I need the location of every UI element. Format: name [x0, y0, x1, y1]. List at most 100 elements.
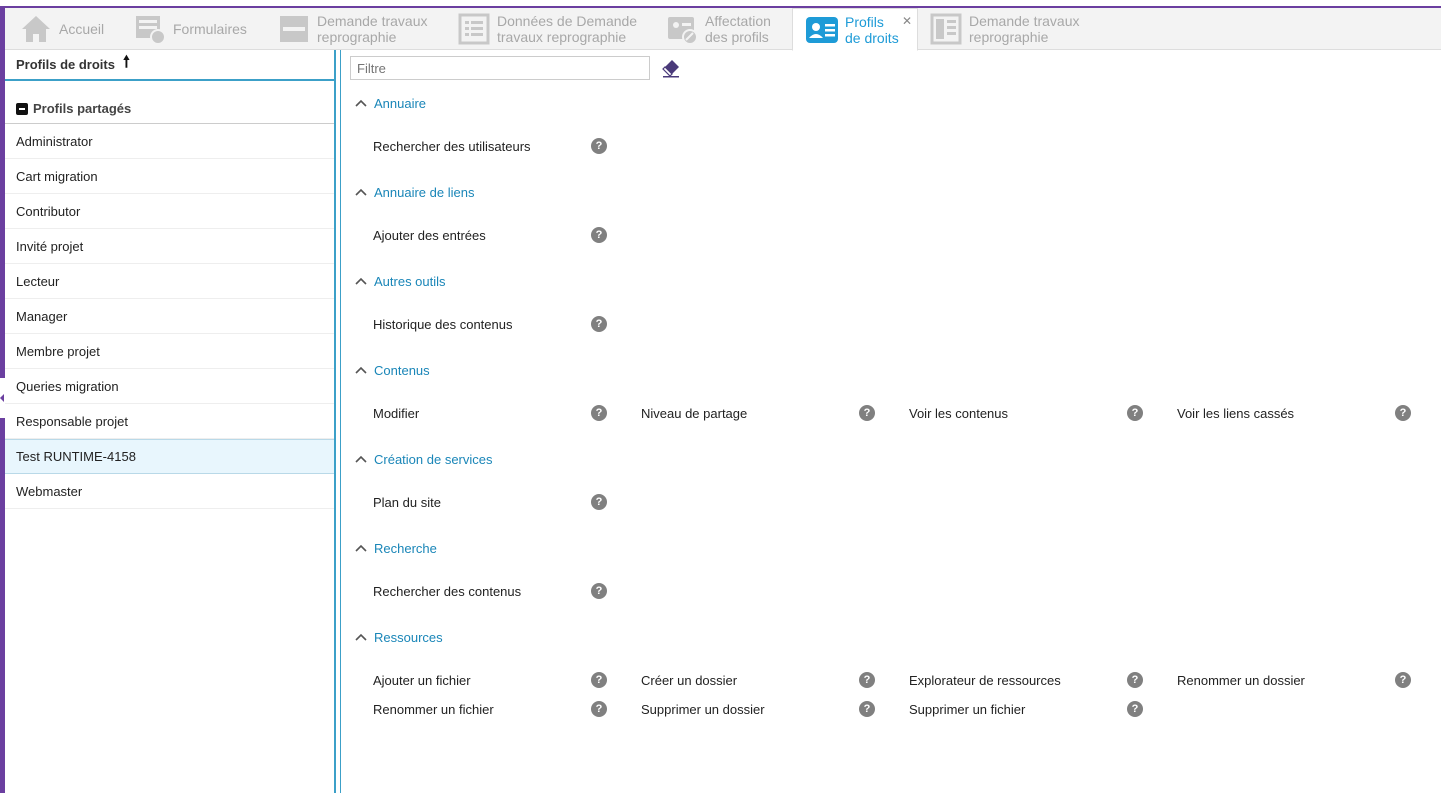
section-title: Ressources: [374, 629, 443, 645]
tab-demande-travaux[interactable]: Demande travaux reprographie: [277, 8, 447, 50]
help-icon[interactable]: ?: [591, 405, 607, 421]
forms-icon: [133, 12, 167, 46]
tab-formulaires[interactable]: Formulaires: [133, 8, 263, 50]
right-item[interactable]: Rechercher des contenus?: [373, 582, 613, 600]
help-icon[interactable]: ?: [591, 494, 607, 510]
help-icon[interactable]: ?: [591, 138, 607, 154]
right-item[interactable]: Ajouter un fichier?: [373, 671, 613, 689]
section-header[interactable]: Ressources: [354, 627, 443, 647]
right-item[interactable]: Renommer un dossier?: [1177, 671, 1417, 689]
sort-up-arrow-icon[interactable]: 🠕: [123, 51, 130, 78]
profile-item[interactable]: Queries migration: [5, 369, 334, 404]
section-title: Création de services: [374, 451, 493, 467]
section-title: Recherche: [374, 540, 437, 556]
section-header[interactable]: Autres outils: [354, 271, 446, 291]
right-item[interactable]: Historique des contenus?: [373, 315, 613, 333]
document-icon: [929, 12, 963, 46]
right-item[interactable]: Renommer un fichier?: [373, 700, 613, 718]
right-item[interactable]: Ajouter des entrées?: [373, 226, 613, 244]
right-item[interactable]: Voir les contenus?: [909, 404, 1149, 422]
chevron-up-icon[interactable]: [354, 185, 368, 199]
profile-item[interactable]: Contributor: [5, 194, 334, 229]
help-icon[interactable]: ?: [1127, 405, 1143, 421]
right-item[interactable]: Plan du site?: [373, 493, 613, 511]
chevron-up-icon[interactable]: [354, 452, 368, 466]
section-header[interactable]: Création de services: [354, 449, 493, 469]
help-icon[interactable]: ?: [591, 583, 607, 599]
profile-item[interactable]: Membre projet: [5, 334, 334, 369]
tab-donnees-demande[interactable]: Données de Demande travaux reprographie: [457, 8, 653, 50]
profile-card-icon: [805, 13, 839, 47]
section-header[interactable]: Recherche: [354, 538, 437, 558]
help-icon[interactable]: ?: [859, 672, 875, 688]
help-icon[interactable]: ?: [859, 405, 875, 421]
right-item[interactable]: Niveau de partage?: [641, 404, 881, 422]
tab-affectation-profils[interactable]: Affectation des profils: [665, 8, 785, 50]
filter-input[interactable]: [350, 56, 650, 80]
right-label: Créer un dossier: [641, 672, 738, 688]
close-tab-icon[interactable]: ✕: [902, 13, 912, 29]
section-title: Contenus: [374, 362, 430, 378]
right-label: Rechercher des utilisateurs: [373, 138, 531, 154]
right-item[interactable]: Modifier?: [373, 404, 613, 422]
tab-accueil[interactable]: Accueil: [19, 8, 115, 50]
section-header[interactable]: Annuaire de liens: [354, 182, 474, 202]
help-icon[interactable]: ?: [591, 227, 607, 243]
profile-item[interactable]: Administrator: [5, 124, 334, 159]
group-profils-partages[interactable]: Profils partagés: [5, 94, 334, 124]
right-item[interactable]: Créer un dossier?: [641, 671, 881, 689]
home-icon: [19, 12, 53, 46]
panel-divider: [340, 50, 341, 793]
right-label: Renommer un fichier: [373, 701, 494, 717]
help-icon[interactable]: ?: [591, 316, 607, 332]
help-icon[interactable]: ?: [859, 701, 875, 717]
right-label: Explorateur de ressources: [909, 672, 1061, 688]
assign-profile-icon: [665, 12, 699, 46]
right-label: Historique des contenus: [373, 316, 513, 332]
tab-bar: Accueil Formulaires Demande travaux repr…: [5, 8, 1441, 51]
collapse-minus-icon[interactable]: [16, 102, 28, 115]
right-label: Voir les liens cassés: [1177, 405, 1295, 421]
section-header[interactable]: Annuaire: [354, 93, 426, 113]
right-label: Supprimer un fichier: [909, 701, 1026, 717]
section-title: Autres outils: [374, 273, 446, 289]
right-item[interactable]: Supprimer un fichier?: [909, 700, 1149, 718]
chevron-up-icon[interactable]: [354, 541, 368, 555]
chevron-up-icon[interactable]: [354, 274, 368, 288]
profile-item[interactable]: Lecteur: [5, 264, 334, 299]
list-icon: [457, 12, 491, 46]
profile-item[interactable]: Webmaster: [5, 474, 334, 509]
right-label: Ajouter un fichier: [373, 672, 471, 688]
profile-item[interactable]: Manager: [5, 299, 334, 334]
chevron-up-icon[interactable]: [354, 363, 368, 377]
profile-item[interactable]: Cart migration: [5, 159, 334, 194]
chevron-up-icon[interactable]: [354, 630, 368, 644]
right-label: Niveau de partage: [641, 405, 748, 421]
right-label: Modifier: [373, 405, 420, 421]
right-label: Supprimer un dossier: [641, 701, 765, 717]
right-item[interactable]: Rechercher des utilisateurs?: [373, 137, 613, 155]
help-icon[interactable]: ?: [1127, 672, 1143, 688]
help-icon[interactable]: ?: [591, 701, 607, 717]
right-label: Rechercher des contenus: [373, 583, 522, 599]
help-icon[interactable]: ?: [591, 672, 607, 688]
right-label: Plan du site: [373, 494, 441, 510]
right-item[interactable]: Voir les liens cassés?: [1177, 404, 1417, 422]
profiles-sidebar: Profils de droits 🠕 Profils partagés Adm…: [5, 50, 336, 793]
help-icon[interactable]: ?: [1127, 701, 1143, 717]
profile-item[interactable]: Responsable projet: [5, 404, 334, 439]
tab-profils-de-droits[interactable]: Profils de droits ✕: [792, 8, 918, 51]
help-icon[interactable]: ?: [1395, 672, 1411, 688]
right-item[interactable]: Supprimer un dossier?: [641, 700, 881, 718]
form-icon: [277, 12, 311, 46]
eraser-icon[interactable]: [661, 58, 681, 78]
right-item[interactable]: Explorateur de ressources?: [909, 671, 1149, 689]
help-icon[interactable]: ?: [1395, 405, 1411, 421]
section-title: Annuaire: [374, 95, 427, 111]
tab-demande-travaux-2[interactable]: Demande travaux reprographie: [929, 8, 1099, 50]
profile-item[interactable]: Test RUNTIME-4158: [5, 439, 334, 474]
section-header[interactable]: Contenus: [354, 360, 430, 380]
sidebar-header[interactable]: Profils de droits 🠕: [5, 50, 334, 81]
profile-item[interactable]: Invité projet: [5, 229, 334, 264]
chevron-up-icon[interactable]: [354, 96, 368, 110]
